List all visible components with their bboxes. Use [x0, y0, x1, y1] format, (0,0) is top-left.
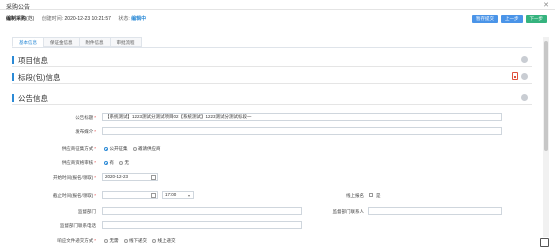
section-title: 公告信息	[18, 94, 48, 103]
document-type: 编制采购	[6, 16, 27, 22]
section-title: 标段(包)信息	[18, 73, 61, 82]
file-option-offline[interactable]: 线下递交	[123, 238, 147, 244]
contact-input[interactable]	[368, 207, 502, 215]
document-type-suffix: (范)	[26, 16, 35, 22]
dept-input[interactable]	[102, 207, 302, 215]
calendar-icon[interactable]	[151, 174, 156, 180]
pdf-icon[interactable]	[512, 72, 518, 80]
online-checkbox[interactable]	[369, 193, 373, 197]
contact-label: 监督部门联系人	[332, 209, 365, 214]
close-icon[interactable]: ✕	[543, 1, 549, 9]
qual-radio-group: 有 无	[104, 160, 129, 166]
method-option-public[interactable]: 公开征集	[104, 146, 128, 152]
tab-basic-info[interactable]: 基本信息	[12, 37, 43, 47]
open-date-input[interactable]: 2020-12-23	[102, 173, 158, 181]
close-date-input[interactable]	[102, 191, 158, 199]
file-option-none[interactable]: 无需	[104, 238, 119, 244]
vertical-scrollbar[interactable]	[543, 37, 549, 237]
phone-label: 监督部门联系电话	[60, 223, 96, 228]
method-option-invite[interactable]: 邀请供应商	[132, 146, 161, 152]
radio-icon	[104, 239, 108, 243]
document-info-bar: 编制采购(范) 创建时间: 2020-12-23 10:21:57 状态: 编辑…	[6, 15, 146, 23]
tab-approval-flow[interactable]: 审批流程	[109, 37, 142, 47]
phone-input[interactable]	[102, 221, 302, 229]
section-accent-bar	[12, 56, 14, 64]
section-accent-bar	[12, 73, 14, 81]
qual-label: 供应商资格审核*	[61, 160, 96, 165]
section-notice-info[interactable]: 公告信息	[12, 91, 532, 105]
prev-step-button[interactable]: 上一步	[501, 15, 523, 23]
collapse-icon[interactable]	[521, 56, 528, 63]
file-option-online[interactable]: 线上递交	[152, 238, 176, 244]
section-lot-info[interactable]: 标段(包)信息	[12, 70, 532, 84]
created-label: 创建时间:	[41, 16, 64, 22]
file-submit-label: 响应文件递交方式*	[57, 238, 96, 243]
radio-icon	[104, 147, 108, 151]
scrollbar-thumb[interactable]	[544, 41, 548, 151]
method-label: 供应商征集方式*	[61, 146, 96, 151]
radio-icon	[119, 161, 123, 165]
media-input[interactable]	[102, 127, 502, 135]
next-step-button[interactable]: 下一步	[525, 15, 547, 23]
section-accent-bar	[12, 94, 14, 102]
online-label: 线上报名	[346, 193, 364, 198]
dept-label: 监督部门	[78, 209, 96, 214]
expand-icon[interactable]	[540, 238, 549, 247]
tab-bar: 基本信息 保证金信息 附件信息 审批流程	[12, 37, 142, 47]
status-badge: 编辑中	[131, 16, 147, 22]
radio-icon	[104, 161, 108, 165]
online-checkbox-label: 是	[376, 193, 381, 198]
window-title-bar: 采购公告 ✕	[0, 0, 555, 11]
media-label: 发布媒介*	[75, 129, 96, 134]
toolbar: 暂存提交 上一步 下一步	[472, 15, 547, 23]
notice-title-input[interactable]: 【系统测试】1223测试分测试项目02【系统测试】1223测试分测试标段一	[102, 113, 502, 121]
radio-icon	[123, 239, 128, 243]
open-time-label: 开始时间(报名/领取)*	[52, 175, 96, 180]
calendar-icon[interactable]	[151, 192, 156, 198]
radio-icon	[132, 147, 137, 151]
collapse-icon[interactable]	[521, 94, 528, 101]
status-label: 状态:	[118, 16, 130, 22]
qual-option-no[interactable]: 无	[119, 160, 129, 166]
tab-deposit-info[interactable]: 保证金信息	[43, 37, 79, 47]
form-content: 项目信息 标段(包)信息 公告信息 公告标题* 【系统测试】1223测试分测试项…	[12, 47, 532, 251]
created-value: 2020-12-23 10:21:57	[64, 16, 111, 22]
collapse-icon[interactable]	[521, 73, 528, 80]
file-radio-group: 无需 线下递交 线上递交	[104, 238, 176, 244]
save-submit-button[interactable]: 暂存提交	[472, 15, 498, 23]
section-project-info[interactable]: 项目信息	[12, 53, 532, 67]
radio-icon	[152, 239, 156, 243]
section-title: 项目信息	[18, 56, 48, 65]
tab-attachments[interactable]: 附件信息	[78, 37, 110, 47]
chevron-down-icon: ▾	[188, 192, 191, 198]
window-title: 采购公告	[6, 5, 31, 11]
method-radio-group: 公开征集 邀请供应商	[104, 146, 161, 152]
qual-option-yes[interactable]: 有	[104, 160, 114, 166]
notice-title-label: 公告标题*	[75, 115, 96, 120]
close-time-label: 截止时间(报名/领取)*	[52, 193, 96, 198]
